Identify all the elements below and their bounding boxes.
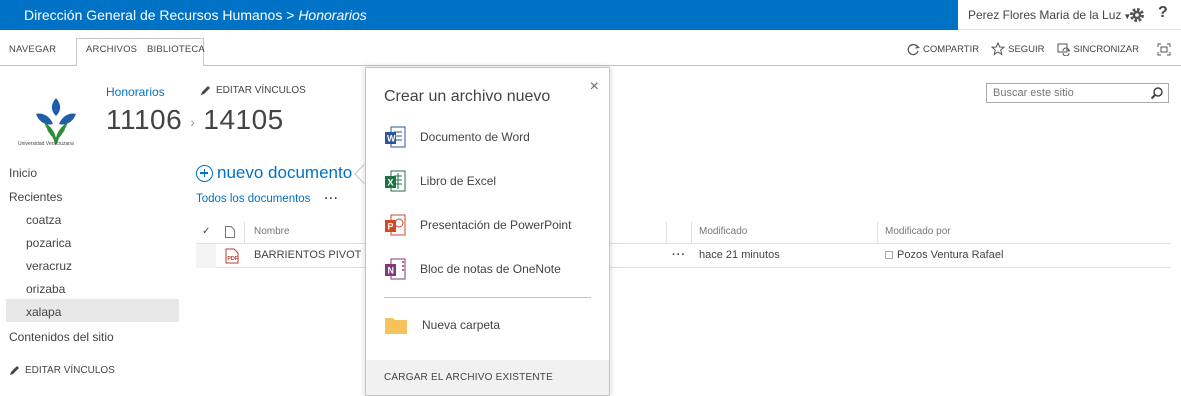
- modified-by-cell: Pozos Ventura Rafael: [885, 249, 1003, 261]
- upload-existing-file-label: CARGAR EL ARCHIVO EXISTENTE: [384, 372, 553, 383]
- share-icon: [907, 43, 920, 55]
- nav-sub-xalapa[interactable]: xalapa: [26, 305, 61, 319]
- column-separator: [691, 222, 692, 244]
- page-title: 11106 › 14105: [106, 104, 284, 136]
- nav-item-recientes[interactable]: Recientes: [9, 190, 62, 204]
- page-title-part2: 14105: [203, 104, 284, 135]
- pencil-icon: [10, 366, 19, 375]
- column-separator: [666, 222, 667, 244]
- word-icon: W: [385, 126, 406, 148]
- onenote-option-label: Bloc de notas de OneNote: [420, 262, 561, 276]
- tab-archivos[interactable]: ARCHIVOS: [86, 44, 137, 55]
- grid-header: ✓ Nombre Modificado Modificado por: [196, 222, 1171, 244]
- star-icon: [991, 42, 1006, 56]
- help-icon[interactable]: ?: [1158, 4, 1168, 22]
- search-box: [986, 83, 1169, 103]
- presence-indicator-icon: [885, 251, 893, 259]
- select-all-checkbox[interactable]: ✓: [202, 226, 210, 237]
- callout-divider: [384, 297, 591, 298]
- svg-text:X: X: [388, 178, 394, 188]
- view-selector: Todos los documentos ···: [196, 193, 339, 205]
- create-new-file-callout: Crear un archivo nuevo × W Documento de …: [365, 67, 610, 396]
- new-document-button[interactable]: nuevo documento: [196, 163, 352, 183]
- column-header-name[interactable]: Nombre: [254, 226, 290, 237]
- breadcrumb-link-honorarios[interactable]: Honorarios: [106, 85, 165, 99]
- column-header-modified[interactable]: Modificado: [699, 226, 747, 237]
- edit-links-top-label: EDITAR VÍNCULOS: [216, 85, 306, 96]
- tab-navegar[interactable]: NAVEGAR: [9, 44, 56, 55]
- page-title-part1[interactable]: 11106: [106, 104, 182, 135]
- search-input[interactable]: [987, 84, 1142, 102]
- row-more-icon[interactable]: ···: [672, 249, 686, 261]
- gear-icon[interactable]: [1128, 6, 1146, 24]
- powerpoint-icon: P: [385, 214, 406, 236]
- table-row[interactable]: PDF BARRIENTOS PIVOT FL ··· hace 21 minu…: [196, 244, 1171, 268]
- new-folder-option[interactable]: Nueva carpeta: [384, 315, 500, 335]
- follow-label: SEGUIR: [1008, 43, 1045, 55]
- ribbon-actions: COMPARTIR SEGUIR SINCRONIZAR: [907, 40, 1171, 58]
- svg-text:PDF: PDF: [227, 256, 239, 262]
- suite-bar-right: Perez Flores Maria de la Luz ▼ ?: [958, 0, 1181, 30]
- nav-sub-orizaba[interactable]: orizaba: [26, 282, 65, 296]
- excel-icon: X: [385, 170, 406, 192]
- excel-option-label: Libro de Excel: [420, 174, 497, 188]
- site-path-link[interactable]: Dirección General de Recursos Humanos: [24, 7, 282, 23]
- user-name: Perez Flores Maria de la Luz: [968, 8, 1122, 22]
- nav-sub-pozarica[interactable]: pozarica: [26, 236, 71, 250]
- file-name-link[interactable]: BARRIENTOS PIVOT FL: [254, 249, 377, 261]
- upload-existing-file-button[interactable]: CARGAR EL ARCHIVO EXISTENTE: [366, 360, 609, 395]
- current-site-link[interactable]: Honorarios: [298, 7, 366, 23]
- new-word-document-option[interactable]: W Documento de Word: [384, 125, 530, 149]
- new-onenote-option[interactable]: N Bloc de notas de OneNote: [384, 257, 561, 281]
- folder-icon: [385, 318, 407, 334]
- view-all-documents[interactable]: Todos los documentos: [196, 193, 310, 205]
- user-menu[interactable]: Perez Flores Maria de la Luz ▼: [968, 0, 1131, 32]
- search-icon[interactable]: [1150, 86, 1164, 100]
- svg-text:P: P: [388, 222, 394, 232]
- svg-text:W: W: [387, 134, 396, 144]
- share-label: COMPARTIR: [922, 43, 980, 55]
- ribbon: NAVEGAR ARCHIVOS BIBLIOTECA COMPARTIR SE…: [0, 30, 1181, 66]
- new-document-label: nuevo documento: [217, 163, 353, 182]
- logo-caption: Universidad Veracruzana: [18, 141, 74, 147]
- title-separator: ›: [190, 113, 196, 130]
- pdf-file-icon: PDF: [225, 248, 239, 264]
- row-select-cell[interactable]: [196, 244, 216, 268]
- column-separator: [877, 222, 878, 244]
- new-excel-workbook-option[interactable]: X Libro de Excel: [384, 169, 496, 193]
- new-powerpoint-option[interactable]: P Presentación de PowerPoint: [384, 213, 571, 237]
- column-header-modified-by[interactable]: Modificado por: [885, 226, 951, 237]
- pencil-icon: [201, 86, 210, 95]
- share-button[interactable]: COMPARTIR: [907, 43, 979, 56]
- tab-biblioteca[interactable]: BIBLIOTECA: [147, 44, 205, 55]
- suite-bar: Dirección General de Recursos Humanos > …: [0, 0, 1181, 30]
- view-more-icon[interactable]: ···: [324, 193, 339, 205]
- nav-item-site-contents[interactable]: Contenidos del sitio: [9, 330, 114, 344]
- callout-title: Crear un archivo nuevo: [384, 88, 551, 105]
- svg-text:N: N: [388, 266, 395, 276]
- nav-sub-veracruz[interactable]: veracruz: [26, 259, 72, 273]
- site-breadcrumb: Dirección General de Recursos Humanos > …: [0, 0, 958, 30]
- nav-edit-links-label: EDITAR VÍNCULOS: [25, 365, 115, 376]
- sync-label: SINCRONIZAR: [1073, 43, 1139, 55]
- sync-button[interactable]: SINCRONIZAR: [1057, 43, 1139, 56]
- focus-content-icon[interactable]: [1157, 43, 1171, 56]
- column-separator: [244, 222, 245, 244]
- powerpoint-option-label: Presentación de PowerPoint: [420, 218, 572, 232]
- modified-by-link[interactable]: Pozos Ventura Rafael: [897, 249, 1003, 261]
- breadcrumb-separator: >: [282, 7, 299, 23]
- close-icon[interactable]: ×: [590, 78, 599, 96]
- word-option-label: Documento de Word: [420, 130, 530, 144]
- edit-links-top[interactable]: EDITAR VÍNCULOS: [200, 85, 306, 96]
- nav-sub-coatza[interactable]: coatza: [26, 213, 61, 227]
- file-type-header-icon: [225, 226, 235, 238]
- follow-button[interactable]: SEGUIR: [991, 42, 1045, 56]
- onenote-icon: N: [385, 258, 406, 280]
- sync-icon: [1057, 43, 1070, 56]
- nav-edit-links[interactable]: EDITAR VÍNCULOS: [9, 365, 115, 376]
- folder-option-label: Nueva carpeta: [422, 318, 501, 332]
- nav-item-inicio[interactable]: Inicio: [9, 166, 37, 180]
- add-circle-icon: [196, 164, 213, 182]
- modified-value: hace 21 minutos: [699, 249, 780, 261]
